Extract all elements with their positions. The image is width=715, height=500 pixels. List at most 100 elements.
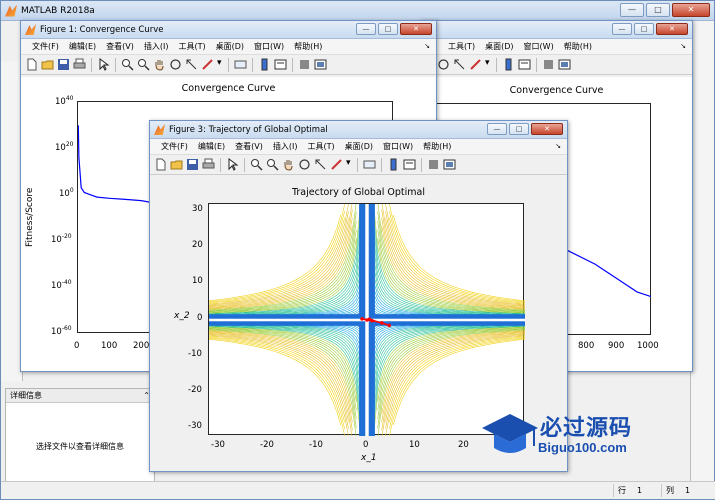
pointer-icon[interactable]: [226, 158, 239, 171]
show-plot-tools-icon[interactable]: [558, 58, 571, 71]
y-tick-label: 100: [59, 187, 74, 199]
menu-help[interactable]: 帮助(H): [559, 41, 597, 52]
minimize-button[interactable]: —: [356, 23, 376, 35]
minimize-button[interactable]: —: [487, 123, 507, 135]
zoom-out-icon[interactable]: [266, 158, 279, 171]
colorbar-icon[interactable]: [387, 158, 400, 171]
print-icon[interactable]: [73, 58, 86, 71]
figure-1-controls: — □ ✕: [356, 23, 432, 35]
menu-tools[interactable]: 工具(T): [443, 41, 480, 52]
details-panel-header[interactable]: 详细信息 ⌃: [6, 389, 154, 403]
pan-hand-icon[interactable]: [282, 158, 295, 171]
link-plot-icon[interactable]: [234, 58, 247, 71]
contour-line: [209, 214, 342, 302]
maximize-button[interactable]: □: [646, 3, 670, 17]
brush-icon[interactable]: [201, 58, 214, 71]
close-button[interactable]: ✕: [531, 123, 563, 135]
zoom-in-icon[interactable]: [121, 58, 134, 71]
print-icon[interactable]: [202, 158, 215, 171]
zoom-out-icon[interactable]: [137, 58, 150, 71]
link-plot-icon[interactable]: [363, 158, 376, 171]
menu-tools[interactable]: 工具(T): [302, 141, 339, 152]
minimize-button[interactable]: —: [612, 23, 632, 35]
new-file-icon[interactable]: [154, 158, 167, 171]
rotate-icon[interactable]: [169, 58, 182, 71]
dropdown-arrow-icon[interactable]: ▾: [217, 58, 223, 71]
trajectory-point: [360, 317, 364, 321]
menu-desktop[interactable]: 桌面(D): [340, 141, 378, 152]
y-tick-label: -10: [188, 349, 202, 359]
hide-plot-tools-icon[interactable]: [542, 58, 555, 71]
menu-window[interactable]: 窗口(W): [519, 41, 559, 52]
menu-insert[interactable]: 插入(I): [139, 41, 174, 52]
show-plot-tools-icon[interactable]: [443, 158, 456, 171]
open-folder-icon[interactable]: [41, 58, 54, 71]
menu-help[interactable]: 帮助(H): [289, 41, 327, 52]
legend-icon[interactable]: [274, 58, 287, 71]
rotate-icon[interactable]: [437, 58, 450, 71]
menu-file[interactable]: 文件(F): [27, 41, 64, 52]
data-cursor-icon[interactable]: [453, 58, 466, 71]
pan-hand-icon[interactable]: [153, 58, 166, 71]
hide-plot-tools-icon[interactable]: [427, 158, 440, 171]
menubar-overflow-icon[interactable]: ↘: [424, 42, 430, 50]
figure-right-titlebar[interactable]: — □ ✕: [421, 21, 692, 39]
maximize-button[interactable]: □: [634, 23, 654, 35]
y-tick-label: 1040: [55, 95, 74, 107]
brush-icon[interactable]: [330, 158, 343, 171]
x-tick-label: 900: [608, 341, 625, 351]
contour-line: [209, 331, 353, 431]
close-button[interactable]: ✕: [672, 3, 710, 17]
menu-tools[interactable]: 工具(T): [173, 41, 210, 52]
menu-window[interactable]: 窗口(W): [378, 141, 418, 152]
menu-view[interactable]: 查看(V): [230, 141, 268, 152]
close-button[interactable]: ✕: [656, 23, 688, 35]
watermark-brand: 必过源码: [540, 416, 633, 441]
colorbar-icon[interactable]: [258, 58, 271, 71]
main-window-title: MATLAB R2018a: [21, 5, 95, 16]
menu-desktop[interactable]: 桌面(D): [480, 41, 518, 52]
menu-file[interactable]: 文件(F): [156, 141, 193, 152]
legend-icon[interactable]: [518, 58, 531, 71]
figure-3-toolbar: ▾: [150, 155, 567, 175]
menu-desktop[interactable]: 桌面(D): [211, 41, 249, 52]
show-plot-tools-icon[interactable]: [314, 58, 327, 71]
hide-plot-tools-icon[interactable]: [298, 58, 311, 71]
contour-line: [392, 214, 525, 302]
pointer-icon[interactable]: [97, 58, 110, 71]
figure-1-toolbar: ▾: [21, 55, 436, 75]
menu-edit[interactable]: 编辑(E): [193, 141, 230, 152]
brush-icon[interactable]: [469, 58, 482, 71]
menu-edit[interactable]: 编辑(E): [64, 41, 101, 52]
save-icon[interactable]: [186, 158, 199, 171]
data-cursor-icon[interactable]: [314, 158, 327, 171]
maximize-button[interactable]: □: [378, 23, 398, 35]
figure-3-titlebar[interactable]: Figure 3: Trajectory of Global Optimal —…: [150, 121, 567, 139]
y-tick-label: 20: [192, 240, 203, 250]
contour-line: [385, 218, 525, 307]
minimize-button[interactable]: —: [620, 3, 644, 17]
maximize-button[interactable]: □: [509, 123, 529, 135]
dropdown-arrow-icon[interactable]: ▾: [346, 158, 352, 171]
close-button[interactable]: ✕: [400, 23, 432, 35]
colorbar-icon[interactable]: [502, 58, 515, 71]
status-col-label: 列: [661, 484, 674, 497]
figure-3-controls: — □ ✕: [487, 123, 563, 135]
menu-view[interactable]: 查看(V): [101, 41, 139, 52]
x-tick-label: -20: [260, 440, 274, 450]
menu-insert[interactable]: 插入(I): [268, 141, 303, 152]
new-file-icon[interactable]: [25, 58, 38, 71]
menu-window[interactable]: 窗口(W): [249, 41, 289, 52]
menubar-overflow-icon[interactable]: ↘: [555, 142, 561, 150]
open-folder-icon[interactable]: [170, 158, 183, 171]
save-icon[interactable]: [57, 58, 70, 71]
figure-1-titlebar[interactable]: Figure 1: Convergence Curve — □ ✕: [21, 21, 436, 39]
legend-icon[interactable]: [403, 158, 416, 171]
menubar-overflow-icon[interactable]: ↘: [680, 42, 686, 50]
contour-line: [209, 209, 353, 309]
dropdown-arrow-icon[interactable]: ▾: [485, 58, 491, 71]
rotate-icon[interactable]: [298, 158, 311, 171]
zoom-in-icon[interactable]: [250, 158, 263, 171]
menu-help[interactable]: 帮助(H): [418, 141, 456, 152]
data-cursor-icon[interactable]: [185, 58, 198, 71]
